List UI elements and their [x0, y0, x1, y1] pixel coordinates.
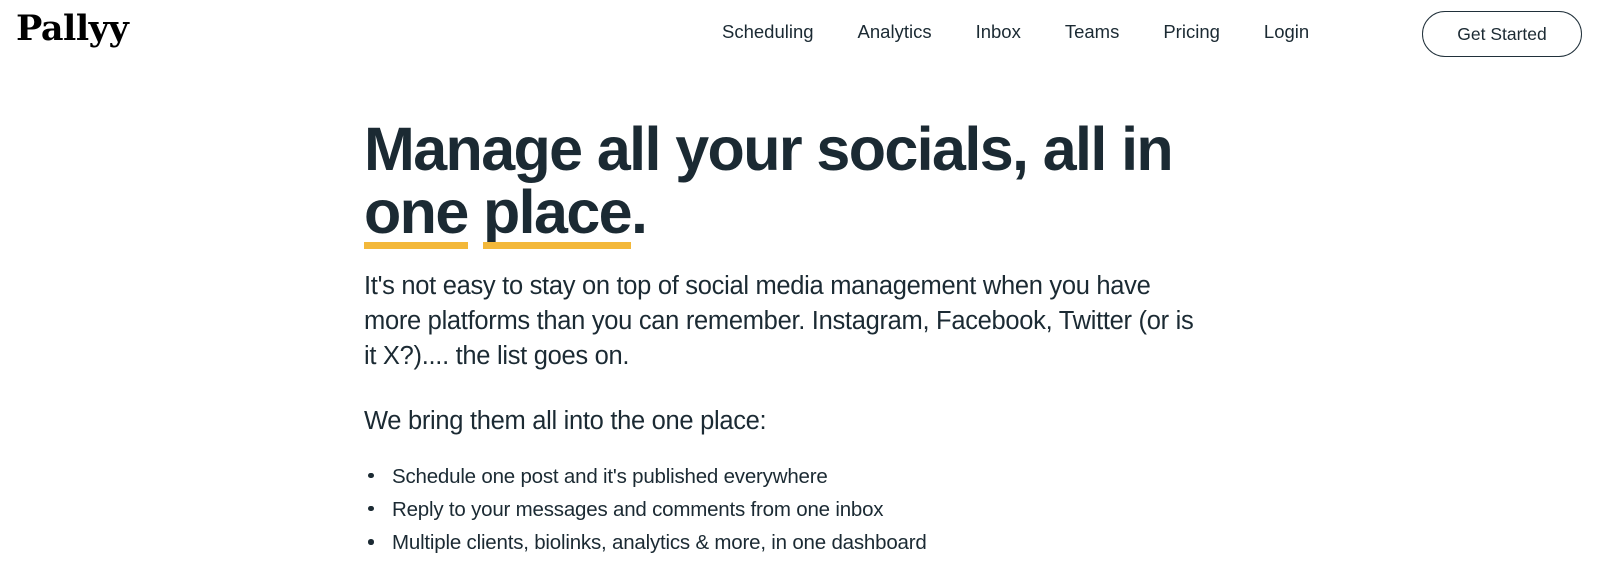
list-item: Multiple clients, biolinks, analytics & …: [364, 528, 1194, 558]
nav-link-analytics[interactable]: Analytics: [836, 22, 954, 42]
hero-section: Manage all your socials, all in one plac…: [364, 115, 1194, 562]
list-item-label: Reply to your messages and comments from…: [392, 497, 884, 521]
hero-lead-in: We bring them all into the one place:: [364, 407, 767, 436]
page-title-space: [468, 178, 483, 246]
site-header: Pallyy Scheduling Analytics Inbox Teams …: [0, 0, 1600, 68]
hero-paragraph: It's not easy to stay on top of social m…: [364, 271, 1194, 371]
hero-feature-list: Schedule one post and it's published eve…: [364, 462, 1194, 559]
brand-logo[interactable]: Pallyy: [16, 11, 129, 46]
nav-link-pricing[interactable]: Pricing: [1141, 22, 1242, 42]
page-title: Manage all your socials, all in one plac…: [364, 115, 1194, 250]
page-title-highlight-one: one: [364, 178, 469, 250]
nav-link-scheduling[interactable]: Scheduling: [700, 22, 836, 42]
bullet-dot-icon: [368, 472, 374, 479]
list-item: Reply to your messages and comments from…: [364, 495, 1194, 525]
nav-link-teams[interactable]: Teams: [1043, 22, 1142, 42]
primary-navigation: Scheduling Analytics Inbox Teams Pricing…: [700, 0, 1331, 68]
nav-link-login[interactable]: Login: [1242, 22, 1331, 42]
list-item: Schedule one post and it's published eve…: [364, 462, 1194, 492]
get-started-button[interactable]: Get Started: [1422, 11, 1582, 57]
page-title-highlight-place: place: [483, 178, 633, 250]
bullet-dot-icon: [368, 505, 374, 512]
list-item-label: Multiple clients, biolinks, analytics & …: [392, 531, 927, 555]
list-item-label: Schedule one post and it's published eve…: [392, 464, 828, 488]
page-title-lead: Manage all your socials, all in: [364, 115, 1174, 183]
bullet-dot-icon: [368, 539, 374, 545]
page-title-period: .: [631, 178, 648, 247]
nav-link-inbox[interactable]: Inbox: [954, 22, 1043, 42]
